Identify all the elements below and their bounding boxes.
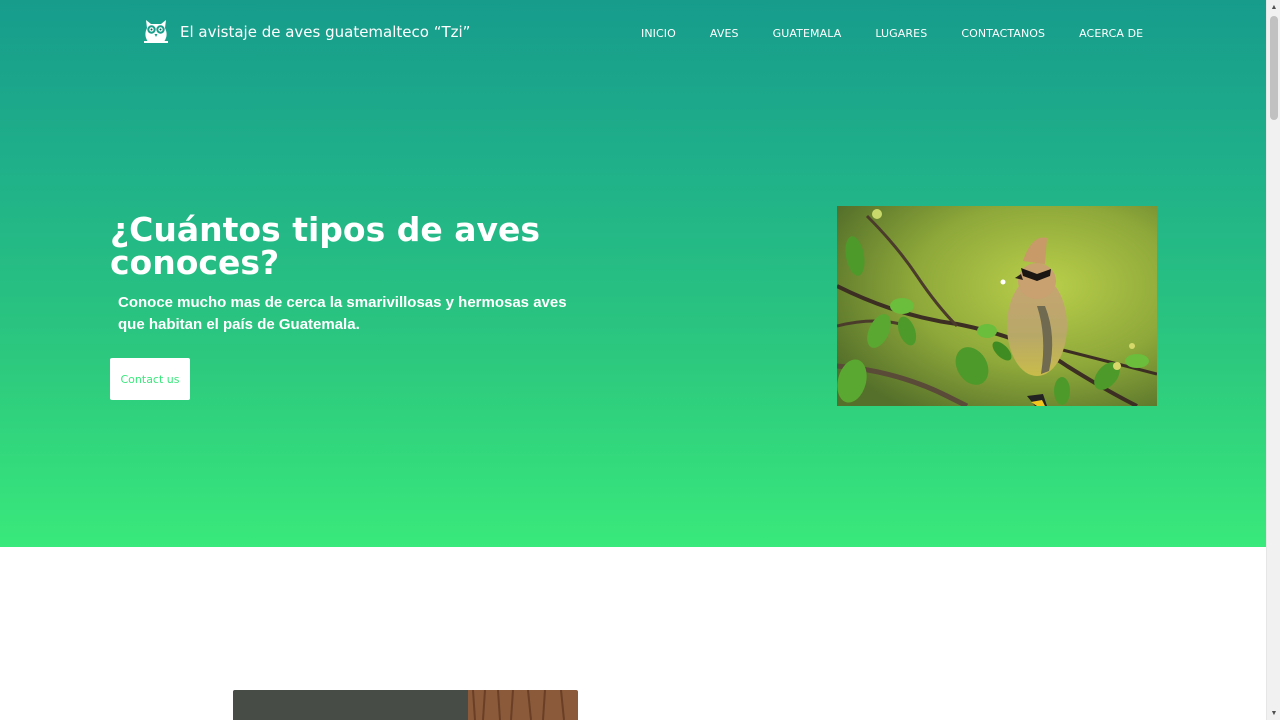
- nav-acerca-de[interactable]: ACERCA DE: [1062, 27, 1160, 40]
- nav-aves[interactable]: AVES: [693, 27, 756, 40]
- brand[interactable]: El avistaje de aves guatemalteco “Tzi”: [140, 16, 470, 48]
- nav-contactanos[interactable]: CONTACTANOS: [944, 27, 1062, 40]
- bird-photo: [837, 206, 1157, 406]
- hero-title: ¿Cuántos tipos de aves conoces?: [110, 210, 540, 282]
- nav-lugares[interactable]: LUGARES: [858, 27, 944, 40]
- owl-icon: [144, 20, 168, 43]
- nav-inicio[interactable]: INICIO: [624, 27, 693, 40]
- nav-guatemala[interactable]: GUATEMALA: [756, 27, 859, 40]
- hero-subtitle: Conoce mucho mas de cerca la smarivillos…: [118, 294, 567, 333]
- brand-name: El avistaje de aves guatemalteco “Tzi”: [180, 23, 471, 41]
- section-preview-image: [233, 690, 578, 720]
- scroll-up-arrow-icon[interactable]: ▲: [1267, 0, 1280, 14]
- scroll-thumb[interactable]: [1270, 16, 1278, 120]
- hero-section: El avistaje de aves guatemalteco “Tzi” I…: [0, 0, 1266, 547]
- contact-us-button[interactable]: Contact us: [110, 358, 190, 400]
- page-scrollbar[interactable]: ▲ ▼: [1266, 0, 1280, 720]
- scroll-down-arrow-icon[interactable]: ▼: [1267, 706, 1280, 720]
- main-nav: INICIO AVES GUATEMALA LUGARES CONTACTANO…: [624, 27, 1160, 40]
